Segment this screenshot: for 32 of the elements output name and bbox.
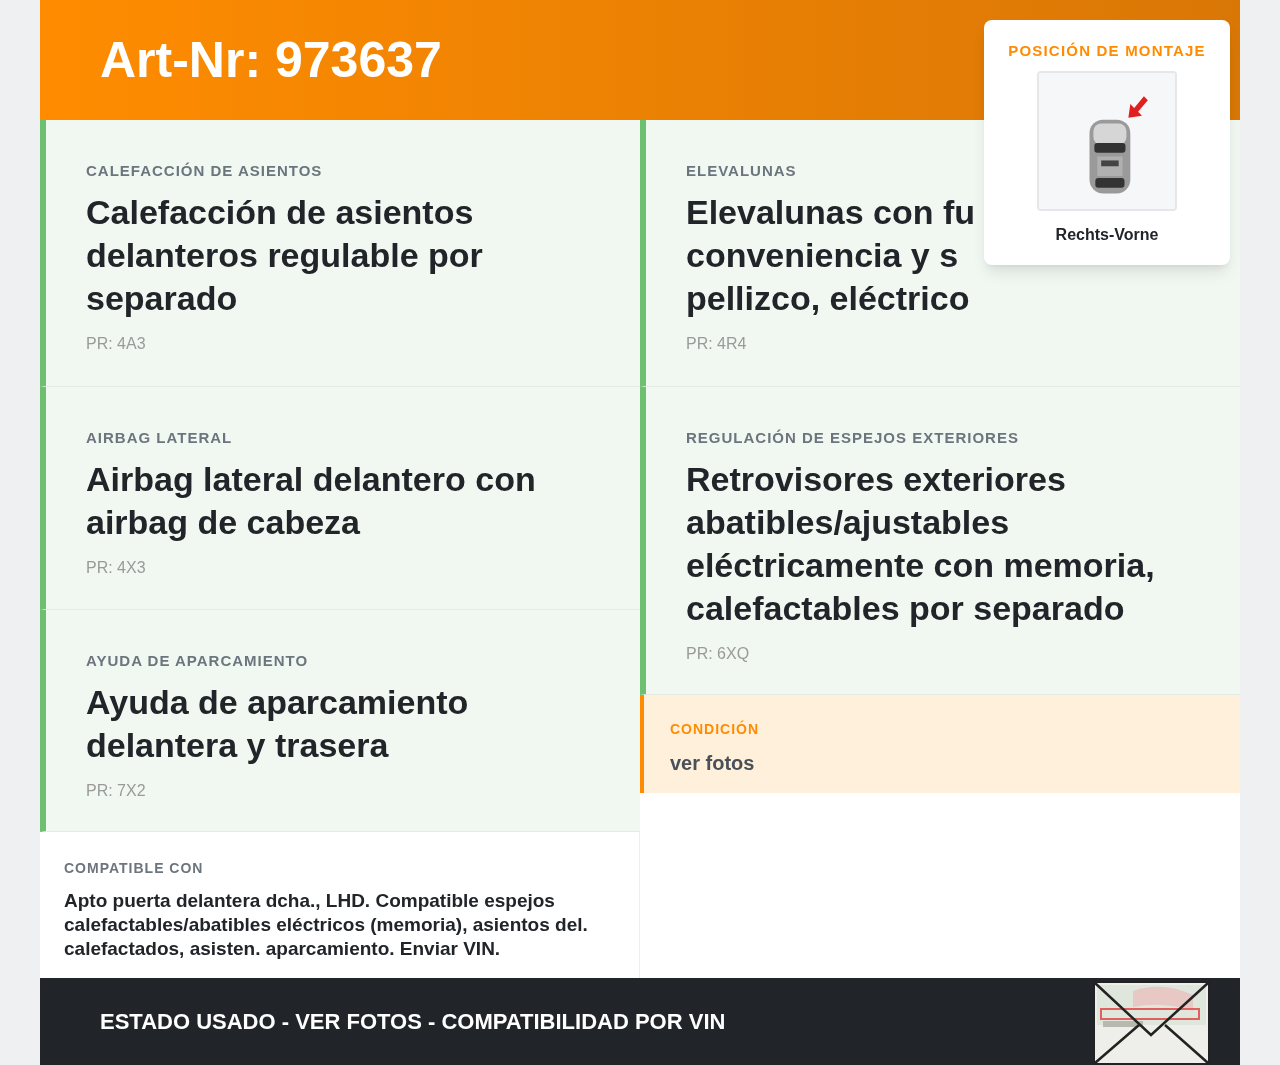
feature-category: AYUDA DE APARCAMIENTO xyxy=(86,651,310,671)
article-number: Art-Nr: 973637 xyxy=(100,30,442,90)
footer-text: ESTADO USADO - VER FOTOS - COMPATIBILIDAD POR VIN xyxy=(100,1008,726,1036)
feature-title-line: Ayuda de aparcamiento xyxy=(86,681,469,723)
feature-code: PR: 4X3 xyxy=(86,557,147,578)
compatibility-text: Apto puerta delantera dcha., LHD. Compatible espejos calefactables/abatibles eléctricos (memoria), asientos del. calefactados, asisten. aparcamiento. Enviar VIN. xyxy=(64,889,589,961)
feature-title-line: delanteros regulable por xyxy=(86,234,483,276)
condition-value: ver fotos xyxy=(670,751,756,776)
feature-category: ELEVALUNAS xyxy=(686,161,798,181)
feature-title-line: conveniencia y s xyxy=(686,234,959,276)
feature-title-line: Elevalunas con fu xyxy=(686,191,976,233)
card-label: POSICIÓN DE MONTAJE xyxy=(1008,41,1206,61)
feature-category: CALEFACCIÓN DE ASIENTOS xyxy=(86,161,324,181)
feature-category: AIRBAG LATERAL xyxy=(86,428,234,448)
position-label: Rechts-Vorne xyxy=(1055,224,1159,245)
feature-title-line: delantera y trasera xyxy=(86,724,389,766)
condition-label: CONDICIÓN xyxy=(670,719,761,739)
feature-title-line: Retrovisores exteriores xyxy=(686,458,1066,500)
feature-code: PR: 6XQ xyxy=(686,643,751,664)
feature-code: PR: 7X2 xyxy=(86,780,147,801)
feature-title-line: eléctricamente con memoria, xyxy=(686,544,1155,586)
feature-category: REGULACIÓN DE ESPEJOS EXTERIORES xyxy=(686,428,1020,448)
feature-title-line: Airbag lateral delantero con xyxy=(86,458,536,500)
feature-title-line: pellizco, eléctrico xyxy=(686,277,970,319)
compatibility-label: COMPATIBLE CON xyxy=(64,859,205,878)
feature-title-line: Calefacción de asientos xyxy=(86,191,474,233)
feature-title-line: separado xyxy=(86,277,238,319)
feature-code: PR: 4A3 xyxy=(86,333,147,354)
feature-title-line: abatibles/ajustables xyxy=(686,501,1010,543)
feature-code: PR: 4R4 xyxy=(686,333,748,354)
feature-title-line: calefactables por separado xyxy=(686,587,1125,629)
feature-title-line: airbag de cabeza xyxy=(86,501,360,543)
